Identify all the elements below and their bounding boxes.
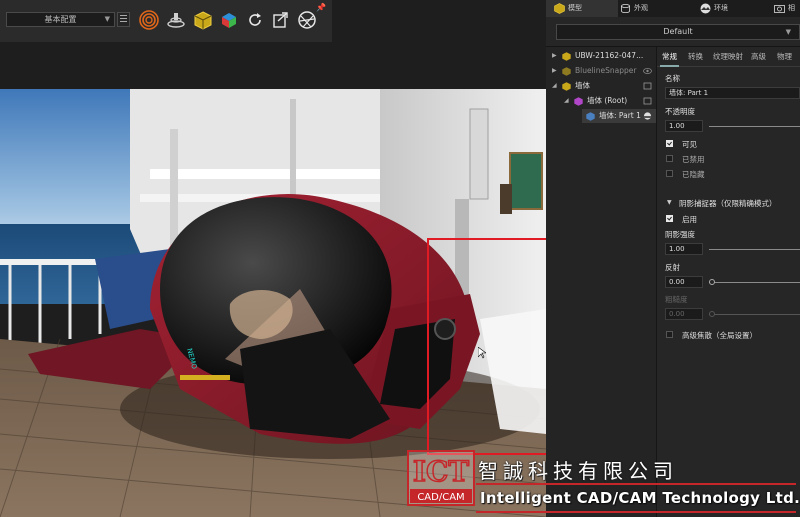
turntable-icon[interactable] [166, 10, 186, 30]
reflection-slider-handle[interactable] [709, 279, 715, 285]
tab-texture-mapping[interactable]: 纹理映射 [713, 47, 743, 66]
tree-item-selected[interactable]: 墙体: Part 1 [582, 109, 656, 123]
visible-checkbox[interactable] [666, 140, 673, 147]
chevron-right-icon[interactable]: ▶ [552, 64, 558, 78]
company-logo: ICT CAD/CAM [407, 450, 475, 506]
company-watermark: ICT CAD/CAM 智誠科技有限公司 Intelligent CAD/CAM… [404, 447, 800, 517]
company-name-english: Intelligent CAD/CAM Technology Ltd. [480, 489, 800, 507]
enable-checkbox[interactable] [666, 215, 673, 222]
chevron-down-icon[interactable]: ◢ [552, 79, 558, 93]
toolbar: 基本配置 ▼ 📌 [0, 0, 332, 43]
configuration-dropdown[interactable]: Default ▼ [556, 24, 800, 40]
material-icon [621, 3, 630, 13]
shadow-strength-input[interactable]: 1.00 [665, 243, 703, 255]
chevron-right-icon[interactable]: ▶ [552, 49, 558, 63]
color-cube-icon[interactable] [219, 10, 239, 30]
panel-tabs: 模型 外观 环境 相 [546, 0, 800, 17]
environment-icon [700, 3, 711, 13]
hidden-label: 已隐藏 [682, 170, 705, 179]
advanced-caustics-label: 高级焦散（全局设置） [682, 331, 757, 340]
part-group-icon [574, 97, 583, 106]
pin-icon[interactable]: 📌 [316, 3, 326, 12]
mouse-cursor-icon [478, 347, 486, 359]
export-icon[interactable] [271, 10, 291, 30]
tab-model-label: 模型 [568, 4, 582, 12]
preset-value: 基本配置 [44, 15, 77, 24]
tree-item-label: 墙体 (Root) [587, 96, 628, 105]
tab-camera-label: 相 [788, 4, 795, 12]
reflection-slider[interactable] [709, 282, 800, 283]
shadow-strength-label: 阴影强度 [665, 230, 695, 239]
reflection-label: 反射 [665, 263, 680, 272]
tree-item-label: 墙体 [575, 81, 590, 90]
link-icon[interactable] [643, 82, 652, 90]
tree-item-label: 墙体: Part 1 [599, 111, 641, 120]
logo-text: ICT [413, 455, 469, 488]
configuration-value: Default [663, 27, 693, 36]
logo-subtext: CAD/CAM [417, 492, 464, 503]
tab-transform[interactable]: 转换 [688, 47, 703, 66]
roughness-input[interactable]: 0.00 [665, 308, 703, 320]
tree-item-label: BluelineSnapper [575, 66, 637, 75]
material-ball-icon[interactable] [643, 112, 652, 120]
tree-item[interactable]: ▶ UBW-21162-047... [546, 49, 656, 63]
roughness-slider-handle[interactable] [709, 311, 715, 317]
shadow-strength-slider[interactable] [709, 249, 800, 250]
opacity-label: 不透明度 [665, 107, 695, 116]
link-icon[interactable] [643, 97, 652, 105]
preset-dropdown[interactable]: 基本配置 ▼ [6, 12, 115, 27]
opacity-input[interactable]: 1.00 [665, 120, 703, 132]
target-icon[interactable] [139, 10, 159, 30]
name-field[interactable]: 墙体: Part 1 [665, 87, 800, 99]
visible-label: 可见 [682, 140, 697, 149]
advanced-caustics-checkbox[interactable] [666, 331, 673, 338]
roughness-label: 粗糙度 [665, 295, 688, 304]
tree-item[interactable]: ▶ BluelineSnapper [546, 64, 656, 78]
cube-icon [562, 82, 571, 91]
aperture-icon[interactable] [297, 10, 317, 30]
opacity-slider[interactable] [709, 126, 800, 127]
disabled-checkbox[interactable] [666, 155, 673, 162]
cube-icon [562, 52, 571, 61]
roughness-slider[interactable] [709, 314, 800, 315]
tab-physics[interactable]: 物理 [777, 47, 792, 66]
cube-icon [562, 67, 571, 76]
chevron-down-icon[interactable]: ◢ [564, 94, 570, 108]
refresh-icon[interactable] [245, 10, 265, 30]
cube-icon[interactable] [193, 10, 213, 30]
camera-icon [774, 4, 785, 13]
tab-camera[interactable]: 相 [774, 0, 795, 17]
right-panel: 模型 外观 环境 相 Default ▼ ▶ UBW-21162-047... … [546, 0, 800, 517]
reflection-input[interactable]: 0.00 [665, 276, 703, 288]
company-name-chinese: 智誠科技有限公司 [478, 459, 678, 483]
tab-general[interactable]: 常规 [660, 47, 679, 67]
tab-advanced[interactable]: 高级 [751, 47, 766, 66]
tree-item-label: UBW-21162-047... [575, 51, 644, 60]
preset-menu-button[interactable] [117, 12, 130, 27]
selection-rectangle [427, 238, 546, 455]
shadow-catcher-section[interactable]: 阴影捕捉器（仅限精确模式） [679, 198, 777, 209]
hidden-checkbox[interactable] [666, 170, 673, 177]
chevron-down-icon[interactable]: ▼ [667, 199, 672, 206]
tab-appearance[interactable]: 外观 [620, 0, 648, 17]
divider [476, 511, 796, 513]
chevron-down-icon: ▼ [785, 28, 791, 36]
tab-environment-label: 环境 [714, 4, 728, 12]
disabled-label: 已禁用 [682, 155, 705, 164]
chevron-down-icon: ▼ [104, 15, 110, 23]
enable-label: 启用 [682, 215, 697, 224]
tree-item[interactable]: ◢ 墙体 [546, 79, 656, 93]
tab-model[interactable]: 模型 [546, 0, 618, 17]
property-tabs: 常规 转换 纹理映射 高级 物理 [657, 47, 800, 67]
tree-item[interactable]: ◢ 墙体 (Root) [546, 94, 656, 108]
viewport-header-area [0, 42, 546, 89]
tab-environment[interactable]: 环境 [700, 0, 728, 17]
part-icon [586, 112, 595, 121]
eye-icon[interactable] [643, 67, 652, 75]
tab-appearance-label: 外观 [634, 4, 648, 12]
cube-icon [554, 2, 565, 14]
name-label: 名称 [665, 74, 680, 83]
